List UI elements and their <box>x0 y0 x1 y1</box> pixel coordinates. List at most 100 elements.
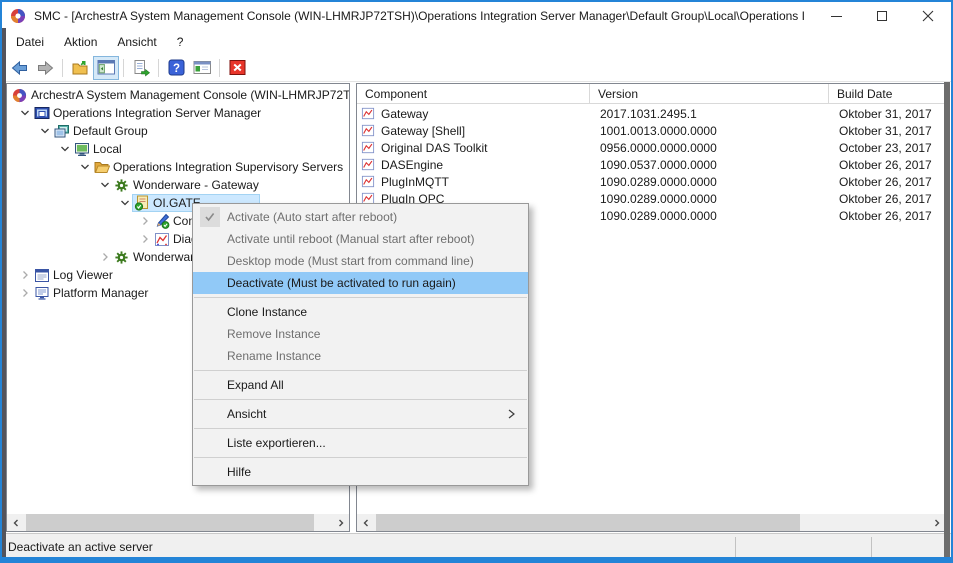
list-row-original-das-toolkit[interactable]: Original DAS Toolkit 0956.0000.0000.0000… <box>357 139 945 156</box>
menu-item-rename-instance: Rename Instance <box>193 345 528 367</box>
toolbar-separator <box>158 59 159 77</box>
svg-text:?: ? <box>172 63 179 75</box>
tree-item-default-group[interactable]: Default Group <box>7 122 349 140</box>
chevron-expanded-icon[interactable] <box>37 123 53 139</box>
component-chart-icon <box>361 158 377 172</box>
export-list-icon <box>132 59 150 77</box>
menu-item-ansicht[interactable]: Ansicht <box>193 403 528 425</box>
status-text: Deactivate an active server <box>2 540 153 554</box>
chevron-collapsed-icon[interactable] <box>137 231 153 247</box>
chevron-collapsed-icon[interactable] <box>137 213 153 229</box>
list-row-gateway-shell[interactable]: Gateway [Shell] 1001.0013.0000.0000 Okto… <box>357 122 945 139</box>
toolbar-separator <box>123 59 124 77</box>
menu-item-liste-exportieren[interactable]: Liste exportieren... <box>193 432 528 454</box>
computer-group-icon <box>53 123 70 139</box>
menu-item-expand-all[interactable]: Expand All <box>193 374 528 396</box>
console-tree-icon <box>97 59 116 76</box>
tree-item-supervisory-servers[interactable]: Operations Integration Supervisory Serve… <box>7 158 349 176</box>
maximize-button[interactable] <box>859 2 905 30</box>
status-separator <box>735 537 736 557</box>
tree-item-root[interactable]: ArchestrA System Management Console (WIN… <box>7 86 349 104</box>
chevron-expanded-icon[interactable] <box>97 177 113 193</box>
archestra-logo-icon <box>10 8 26 24</box>
left-pane-horizontal-scrollbar[interactable] <box>7 514 349 531</box>
show-console-tree-button[interactable] <box>93 56 119 80</box>
menu-aktion[interactable]: Aktion <box>54 31 107 53</box>
maximize-icon <box>877 11 887 21</box>
minimize-icon <box>831 16 842 17</box>
scroll-left-icon[interactable] <box>7 514 24 531</box>
title-bar: SMC - [ArchestrA System Management Conso… <box>2 2 951 30</box>
toolbar: ? <box>6 54 951 82</box>
component-chart-icon <box>361 175 377 189</box>
server-manager-icon <box>33 105 50 121</box>
column-header-build-date[interactable]: Build Date <box>829 84 945 103</box>
menu-ansicht[interactable]: Ansicht <box>107 31 166 53</box>
list-row-pluginmqtt[interactable]: PlugInMQTT 1090.0289.0000.0000 Oktober 2… <box>357 173 945 190</box>
up-one-level-button[interactable] <box>67 56 93 80</box>
gear-icon <box>113 177 130 193</box>
tree-item-server-manager[interactable]: Operations Integration Server Manager <box>7 104 349 122</box>
platform-manager-icon <box>33 285 50 301</box>
delete-button[interactable] <box>224 56 250 80</box>
menu-separator <box>194 370 527 371</box>
diagnostics-chart-icon <box>153 231 170 247</box>
toolbar-separator <box>219 59 220 77</box>
chevron-collapsed-icon[interactable] <box>17 285 33 301</box>
right-pane-horizontal-scrollbar[interactable] <box>357 514 945 531</box>
bottom-window-border <box>2 557 953 563</box>
column-header-component[interactable]: Component <box>357 84 590 103</box>
menu-item-activate-until-reboot: Activate until reboot (Manual start afte… <box>193 228 528 250</box>
menu-separator <box>194 297 527 298</box>
column-header-version[interactable]: Version <box>590 84 829 103</box>
help-button[interactable]: ? <box>163 56 189 80</box>
menu-item-activate: Activate (Auto start after reboot) <box>193 206 528 228</box>
chevron-expanded-icon[interactable] <box>77 159 93 175</box>
menu-datei[interactable]: Datei <box>6 31 54 53</box>
console-window-button[interactable] <box>189 56 215 80</box>
chevron-expanded-icon[interactable] <box>17 105 33 121</box>
configuration-pencil-icon <box>153 213 170 229</box>
chevron-collapsed-icon[interactable] <box>17 267 33 283</box>
close-button[interactable] <box>905 2 951 30</box>
menu-item-remove-instance: Remove Instance <box>193 323 528 345</box>
scrollbar-thumb[interactable] <box>376 514 800 531</box>
component-chart-icon <box>361 124 377 138</box>
computer-icon <box>73 141 90 157</box>
smc-window: SMC - [ArchestrA System Management Conso… <box>0 0 953 563</box>
context-menu: Activate (Auto start after reboot) Activ… <box>192 203 529 486</box>
chevron-expanded-icon[interactable] <box>57 141 73 157</box>
export-list-button[interactable] <box>128 56 154 80</box>
toolbar-separator <box>62 59 63 77</box>
menu-separator <box>194 399 527 400</box>
submenu-arrow-icon <box>504 407 518 424</box>
menu-item-clone-instance[interactable]: Clone Instance <box>193 301 528 323</box>
checkmark-icon <box>200 207 220 227</box>
scroll-right-icon[interactable] <box>332 514 349 531</box>
forward-button[interactable] <box>32 56 58 80</box>
menu-help[interactable]: ? <box>167 31 194 53</box>
scrollbar-thumb[interactable] <box>26 514 314 531</box>
chevron-expanded-icon[interactable] <box>117 195 133 211</box>
chevron-collapsed-icon[interactable] <box>97 249 113 265</box>
status-separator <box>871 537 872 557</box>
menu-item-hilfe[interactable]: Hilfe <box>193 461 528 483</box>
minimize-button[interactable] <box>813 2 859 30</box>
up-folder-icon <box>71 59 89 77</box>
menu-separator <box>194 428 527 429</box>
scroll-left-icon[interactable] <box>357 514 374 531</box>
tree-item-wonderware-gateway[interactable]: Wonderware - Gateway <box>7 176 349 194</box>
instance-checked-icon <box>133 195 150 211</box>
console-window-icon <box>193 59 212 76</box>
back-button[interactable] <box>6 56 32 80</box>
menu-item-deactivate[interactable]: Deactivate (Must be activated to run aga… <box>193 272 528 294</box>
list-row-gateway[interactable]: Gateway 2017.1031.2495.1 Oktober 31, 201… <box>357 105 945 122</box>
list-row-dasengine[interactable]: DASEngine 1090.0537.0000.0000 Oktober 26… <box>357 156 945 173</box>
gear-icon <box>113 249 130 265</box>
caption-buttons <box>813 2 951 30</box>
back-icon <box>10 59 29 77</box>
window-title: SMC - [ArchestrA System Management Conso… <box>34 9 804 23</box>
scroll-right-icon[interactable] <box>928 514 945 531</box>
right-edge-strip <box>944 82 950 559</box>
tree-item-local[interactable]: Local <box>7 140 349 158</box>
